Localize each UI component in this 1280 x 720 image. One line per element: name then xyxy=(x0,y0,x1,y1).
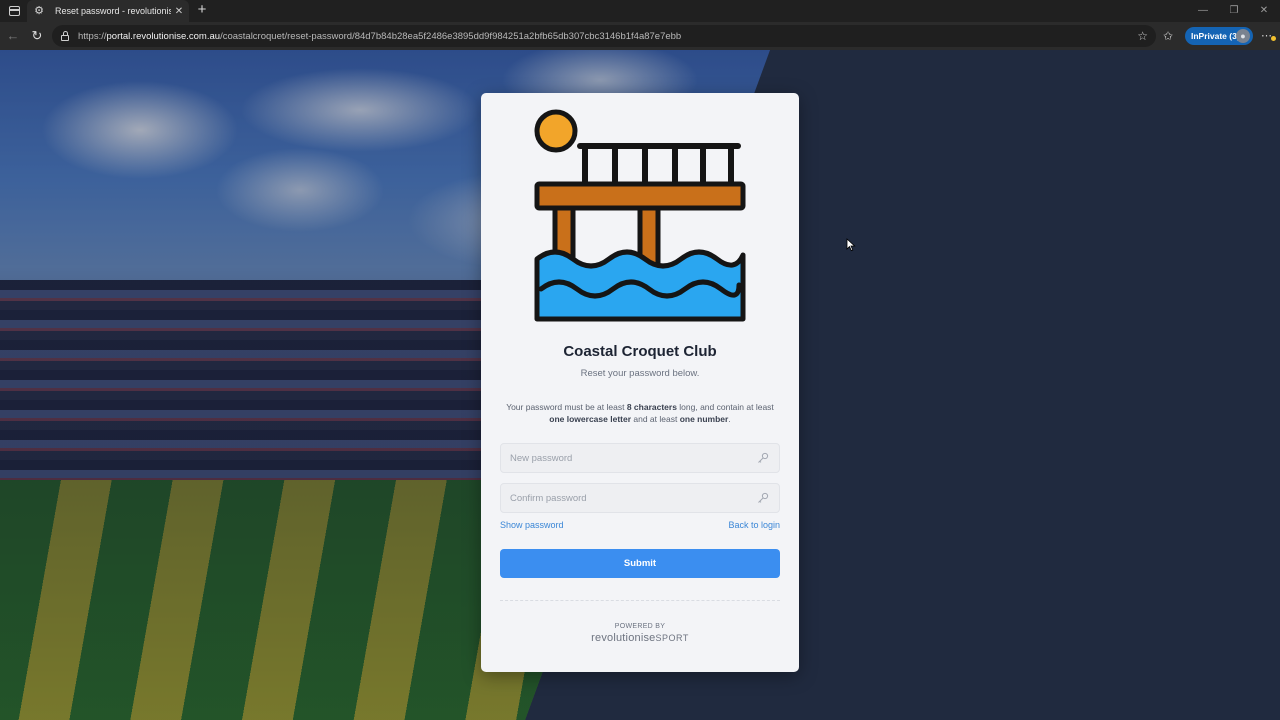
favorite-star-icon[interactable]: ☆ xyxy=(1137,28,1148,44)
restore-icon[interactable]: ❐ xyxy=(1226,3,1242,19)
club-logo-pier-icon xyxy=(534,109,746,322)
brand-name: revolutionise xyxy=(591,632,656,644)
brand-sport: SPORT xyxy=(655,633,689,643)
favorites-icon[interactable]: ✩ xyxy=(1163,28,1173,44)
password-requirements: Your password must be at least 8 charact… xyxy=(506,402,774,424)
tab-actions-menu-icon[interactable] xyxy=(6,3,22,19)
url-text: https://portal.revolutionise.com.au/coas… xyxy=(78,30,682,42)
new-password-input[interactable] xyxy=(510,452,750,464)
gear-favicon-icon: ⚙ xyxy=(34,5,44,17)
page-viewport: Coastal Croquet Club Reset your password… xyxy=(0,50,1280,720)
address-bar[interactable]: https://portal.revolutionise.com.au/coas… xyxy=(52,25,1156,47)
confirm-password-field-wrapper xyxy=(500,483,780,513)
tab-title: Reset password - revolutioniseSP xyxy=(55,6,171,16)
profile-avatar-icon: ● xyxy=(1236,29,1250,43)
key-icon xyxy=(758,452,769,463)
tab-close-icon[interactable]: ✕ xyxy=(173,6,185,17)
window-close-icon[interactable]: ✕ xyxy=(1256,3,1272,19)
divider xyxy=(500,600,780,601)
submit-button[interactable]: Submit xyxy=(500,549,780,578)
confirm-password-input[interactable] xyxy=(510,492,750,504)
new-password-field-wrapper xyxy=(500,443,780,473)
active-tab[interactable]: ⚙ Reset password - revolutioniseSP ✕ xyxy=(27,0,189,22)
inprivate-badge[interactable]: InPrivate (3) ● xyxy=(1185,27,1253,45)
back-arrow-icon[interactable]: ← xyxy=(5,28,21,44)
key-icon xyxy=(758,492,769,503)
mouse-cursor-icon xyxy=(846,238,856,252)
reset-password-card: Coastal Croquet Club Reset your password… xyxy=(481,93,799,672)
inprivate-label: InPrivate (3) xyxy=(1191,31,1240,41)
reset-subtitle: Reset your password below. xyxy=(580,368,700,379)
show-password-link[interactable]: Show password xyxy=(500,520,564,530)
address-toolbar: ← ↻ https://portal.revolutionise.com.au/… xyxy=(0,22,1280,50)
new-tab-icon[interactable]: + xyxy=(194,2,210,18)
more-options-icon[interactable]: ⋯ xyxy=(1261,28,1276,44)
back-to-login-link[interactable]: Back to login xyxy=(728,520,780,530)
refresh-icon[interactable]: ↻ xyxy=(29,28,45,44)
club-name-heading: Coastal Croquet Club xyxy=(563,343,717,360)
lock-icon xyxy=(60,31,70,41)
tab-strip: ⚙ Reset password - revolutioniseSP ✕ + —… xyxy=(0,0,1280,22)
revolutionise-sport-logo[interactable]: revolutioniseSPORT xyxy=(481,632,799,644)
minimize-icon[interactable]: — xyxy=(1195,3,1211,19)
powered-by-label: POWERED BY xyxy=(614,623,666,630)
